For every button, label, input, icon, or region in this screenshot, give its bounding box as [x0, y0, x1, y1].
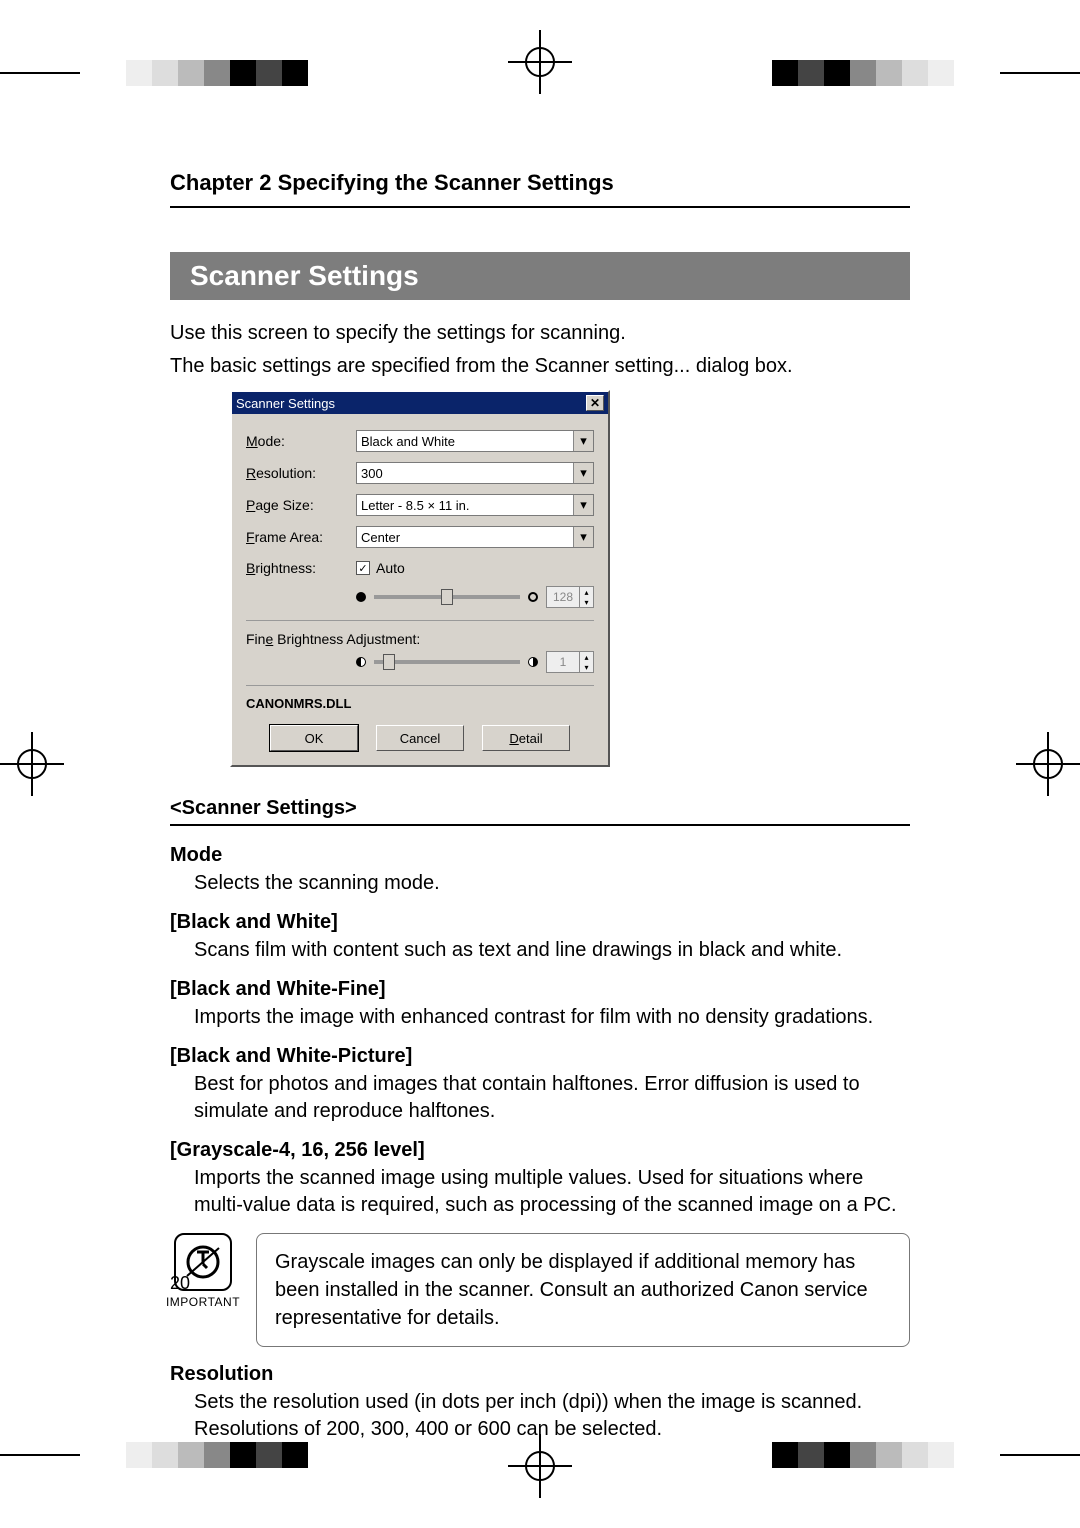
desc-resolution: Sets the resolution used (in dots per in…	[194, 1389, 910, 1443]
desc-grayscale: Imports the scanned image using multiple…	[194, 1165, 910, 1219]
dark-icon	[356, 592, 366, 602]
resolution-label: Resolution:	[246, 465, 356, 481]
desc-bwpic: Best for photos and images that contain …	[194, 1071, 910, 1125]
crop-line	[1000, 72, 1080, 74]
resolution-value: 300	[361, 466, 383, 481]
chevron-down-icon: ▾	[573, 463, 593, 483]
ok-button[interactable]: OK	[270, 725, 358, 751]
scanner-settings-dialog: Scanner Settings ✕ Mode: Black and White…	[230, 390, 610, 767]
crop-line	[0, 72, 80, 74]
crop-line	[0, 1454, 80, 1456]
chapter-title: Chapter 2 Specifying the Scanner Setting…	[170, 170, 910, 208]
section-heading: Scanner Settings	[170, 252, 910, 300]
contrast-dark-icon	[356, 657, 366, 667]
registration-mark-icon	[1016, 732, 1080, 796]
crop-marks	[772, 60, 954, 86]
crop-marks	[126, 60, 308, 86]
important-label: IMPORTANT	[166, 1295, 240, 1309]
scanner-settings-subheading: <Scanner Settings>	[170, 797, 910, 826]
pagesize-label: Page Size:	[246, 497, 356, 513]
important-callout: IMPORTANT Grayscale images can only be d…	[170, 1233, 910, 1347]
term-grayscale: [Grayscale-4, 16, 256 level]	[170, 1139, 910, 1162]
term-bw: [Black and White]	[170, 911, 910, 934]
intro-text: The basic settings are specified from th…	[170, 353, 910, 380]
dialog-titlebar: Scanner Settings ✕	[232, 392, 608, 414]
chevron-down-icon: ▾	[573, 495, 593, 515]
chevron-down-icon: ▾	[573, 527, 593, 547]
brightness-slider[interactable]	[374, 595, 520, 599]
brightness-label: Brightness:	[246, 560, 356, 576]
desc-bw: Scans film with content such as text and…	[194, 937, 910, 964]
close-icon[interactable]: ✕	[586, 395, 604, 411]
mode-value: Black and White	[361, 434, 455, 449]
term-resolution: Resolution	[170, 1363, 910, 1386]
auto-checkbox[interactable]: ✓	[356, 561, 370, 575]
crop-line	[1000, 1454, 1080, 1456]
dll-name: CANONMRS.DLL	[246, 696, 594, 711]
fine-brightness-value: 1	[547, 652, 579, 672]
chevron-down-icon: ▾	[573, 431, 593, 451]
term-bwpic: [Black and White-Picture]	[170, 1045, 910, 1068]
framearea-value: Center	[361, 530, 400, 545]
cancel-button[interactable]: Cancel	[376, 725, 464, 751]
fine-brightness-slider[interactable]	[374, 660, 520, 664]
pagesize-value: Letter - 8.5 × 11 in.	[361, 498, 470, 513]
fine-brightness-spinner[interactable]: 1 ▴▾	[546, 651, 594, 673]
detail-button[interactable]: Detail	[482, 725, 570, 751]
important-text: Grayscale images can only be displayed i…	[256, 1233, 910, 1347]
auto-label: Auto	[376, 560, 405, 576]
pagesize-dropdown[interactable]: Letter - 8.5 × 11 in. ▾	[356, 494, 594, 516]
framearea-label: Frame Area:	[246, 529, 356, 545]
term-mode: Mode	[170, 844, 910, 867]
registration-mark-icon	[0, 732, 64, 796]
desc-mode: Selects the scanning mode.	[194, 870, 910, 897]
registration-mark-icon	[508, 30, 572, 94]
intro-text: Use this screen to specify the settings …	[170, 320, 910, 347]
fine-brightness-label: Fine Brightness Adjustment:	[246, 631, 594, 647]
dialog-title: Scanner Settings	[236, 396, 586, 411]
resolution-dropdown[interactable]: 300 ▾	[356, 462, 594, 484]
term-bwfine: [Black and White-Fine]	[170, 978, 910, 1001]
brightness-spinner[interactable]: 128 ▴▾	[546, 586, 594, 608]
light-icon	[528, 592, 538, 602]
mode-dropdown[interactable]: Black and White ▾	[356, 430, 594, 452]
framearea-dropdown[interactable]: Center ▾	[356, 526, 594, 548]
desc-bwfine: Imports the image with enhanced contrast…	[194, 1004, 910, 1031]
brightness-value: 128	[547, 587, 579, 607]
mode-label: Mode:	[246, 433, 356, 449]
page-number: 20	[170, 1273, 190, 1294]
contrast-light-icon	[528, 657, 538, 667]
